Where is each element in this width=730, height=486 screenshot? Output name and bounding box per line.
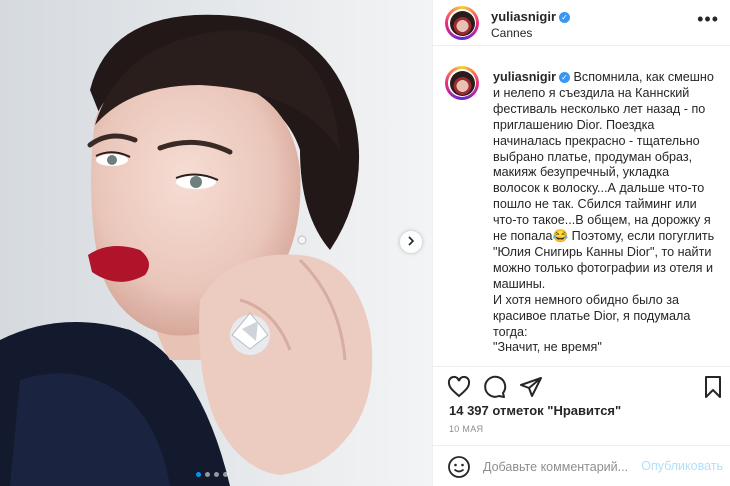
carousel-indicator: [196, 472, 228, 477]
likes-count[interactable]: 14 397 отметок "Нравится": [449, 403, 621, 418]
carousel-dot-3: [214, 472, 219, 477]
post-side-panel: yuliasnigir ✓ Cannes ••• yuliasnigir ✓ Всп…: [432, 0, 730, 486]
comment-icon[interactable]: [483, 375, 507, 399]
comment-input[interactable]: [483, 457, 643, 477]
share-icon[interactable]: [519, 375, 543, 399]
caption-username[interactable]: yuliasnigir: [493, 70, 556, 84]
post-caption: yuliasnigir ✓ Вспомнила, как смешно и нел…: [493, 70, 718, 356]
heart-icon[interactable]: [447, 375, 471, 399]
post-location[interactable]: Cannes: [491, 26, 570, 40]
avatar[interactable]: [445, 6, 479, 40]
comment-bar: Опубликовать: [433, 445, 730, 486]
emoji-icon[interactable]: [447, 455, 471, 484]
more-icon[interactable]: •••: [697, 10, 719, 28]
action-bar: [433, 366, 730, 406]
carousel-dot-1: [196, 472, 201, 477]
post-date[interactable]: 10 МАЯ: [449, 424, 483, 434]
post-header: yuliasnigir ✓ Cannes •••: [433, 0, 730, 46]
carousel-next-button[interactable]: [400, 231, 422, 253]
author-username[interactable]: yuliasnigir: [491, 9, 556, 24]
caption-avatar[interactable]: [445, 66, 479, 100]
caption-text: Вспомнила, как смешно и нелепо я съездил…: [493, 70, 715, 355]
portrait-image: [0, 0, 432, 486]
verified-badge-icon: ✓: [559, 12, 571, 23]
carousel-dot-2: [205, 472, 210, 477]
verified-badge-icon: ✓: [559, 72, 570, 83]
carousel-dot-4: [223, 472, 228, 477]
chevron-right-icon: [406, 233, 416, 251]
publish-button[interactable]: Опубликовать: [641, 459, 723, 473]
bookmark-icon[interactable]: [701, 375, 725, 399]
post-photo[interactable]: [0, 0, 432, 486]
